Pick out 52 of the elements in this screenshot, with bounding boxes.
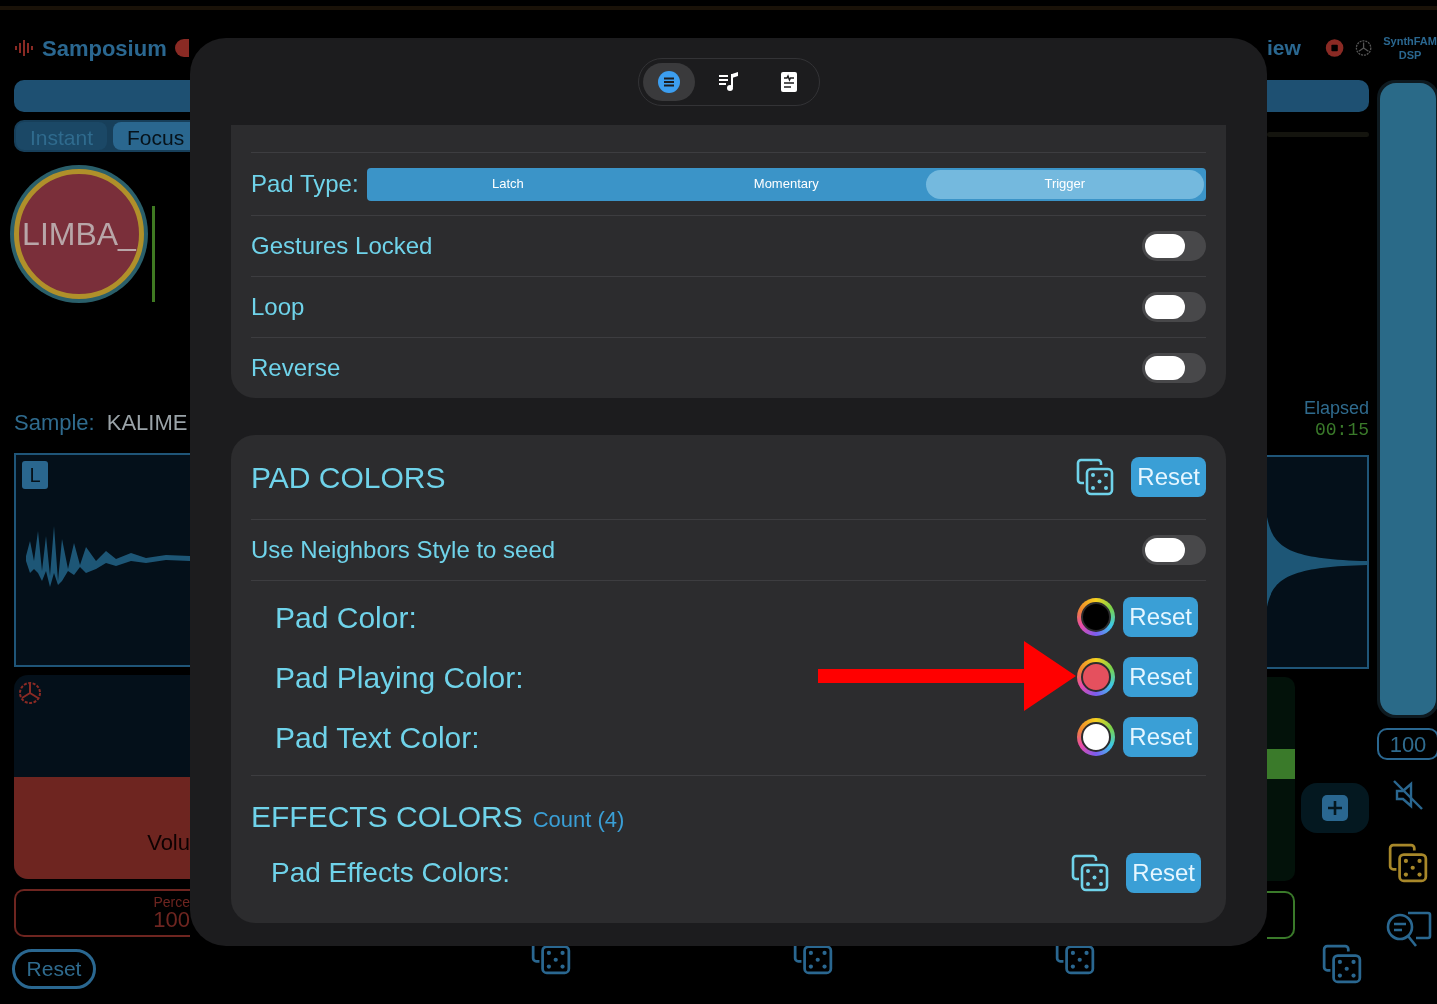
percent-field[interactable]: Perce 100: [14, 889, 190, 937]
list-icon: [656, 69, 681, 94]
sample-name: KALIME: [106, 409, 188, 437]
segment-option[interactable]: Momentary: [647, 169, 926, 199]
setting-label: Reverse: [251, 353, 341, 383]
toggle-switch[interactable]: [1142, 292, 1206, 322]
reset-button[interactable]: Reset: [1131, 457, 1206, 497]
setting-label: Pad Type:: [251, 169, 359, 199]
elapsed-time: 00:15: [1315, 419, 1369, 441]
setting-label: Gestures Locked: [251, 231, 433, 261]
setting-label: Use Neighbors Style to seed: [251, 535, 556, 565]
dice-icon[interactable]: [1070, 853, 1111, 893]
view-tab[interactable]: [642, 62, 695, 101]
section-title: PAD COLORS: [251, 459, 446, 496]
dice-icon[interactable]: [1075, 457, 1116, 497]
brand-subtitle: DSP: [1398, 48, 1422, 62]
color-label: Pad Color:: [275, 599, 417, 636]
toggle-switch[interactable]: [1142, 231, 1206, 261]
reset-button[interactable]: Reset: [1123, 717, 1198, 757]
volume-label: Volu: [147, 829, 190, 857]
percent-label: Perce: [153, 895, 190, 909]
section-title: EFFECTS COLORS: [251, 799, 523, 835]
reset-button[interactable]: Reset: [1123, 657, 1198, 697]
segment-option[interactable]: Latch: [368, 169, 648, 199]
brand-name: SynthFAM: [1383, 34, 1437, 48]
color-label: Pad Text Color:: [275, 719, 480, 756]
toggle-switch[interactable]: [1142, 353, 1206, 383]
music-icon: [716, 69, 741, 94]
sample-label: Sample:: [14, 409, 95, 437]
setting-label: Loop: [251, 292, 305, 322]
color-label: Pad Playing Color:: [275, 659, 524, 696]
toggle-switch[interactable]: [1142, 535, 1206, 565]
elapsed-label: Elapsed: [1303, 397, 1369, 419]
dice-icon[interactable]: [1387, 842, 1429, 884]
plus-icon: [1321, 794, 1349, 822]
mute-icon[interactable]: [1391, 778, 1425, 812]
segment-option[interactable]: Trigger: [925, 169, 1204, 199]
color-label: Pad Effects Colors:: [271, 856, 511, 890]
app-title: Samposium: [42, 34, 167, 63]
meter-segment: [1267, 749, 1295, 779]
reset-button[interactable]: Reset: [1123, 597, 1198, 637]
add-button[interactable]: [1301, 783, 1369, 833]
count-label: Count (4): [532, 806, 625, 834]
volume-slider[interactable]: Volu: [14, 675, 190, 879]
view-label[interactable]: iew: [1267, 32, 1301, 64]
channel-badge: L: [22, 461, 48, 489]
percent-value: 100: [153, 909, 190, 931]
record-icon: [174, 39, 189, 57]
reset-button[interactable]: Reset: [1126, 853, 1201, 893]
reset-button[interactable]: Reset: [12, 949, 96, 989]
master-value: 100: [1377, 728, 1437, 760]
waveform-icon: [14, 39, 34, 57]
